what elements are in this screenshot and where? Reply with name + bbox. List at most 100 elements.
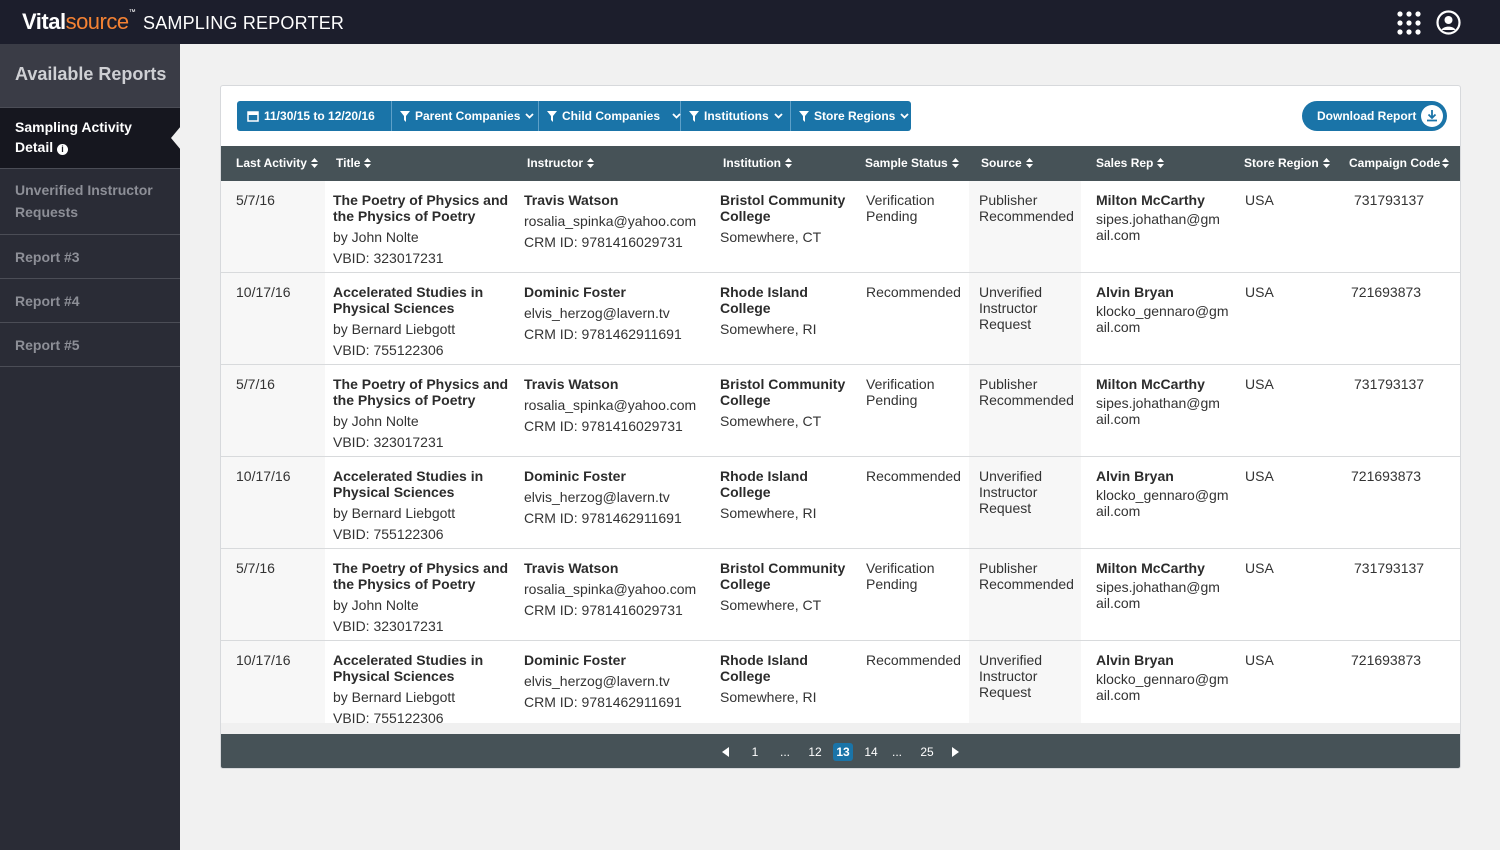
sidebar-item-report-5[interactable]: Report #5 — [0, 323, 180, 367]
apps-grid-icon[interactable] — [1397, 11, 1421, 35]
table-row[interactable]: 10/17/16 Accelerated Studies in Physical … — [221, 457, 1460, 549]
institutions-filter[interactable]: Institutions — [681, 101, 791, 131]
instructor-email[interactable]: elvis_herzog@lavern.tv — [524, 673, 682, 689]
column-header-sales-rep[interactable]: Sales Rep — [1096, 146, 1165, 181]
date-range-button[interactable]: 11/30/15 to 12/20/16 — [237, 101, 392, 131]
source-line: Instructor — [979, 484, 1038, 500]
instructor-email[interactable]: rosalia_spinka@yahoo.com — [524, 397, 696, 413]
store-region-cell: USA — [1245, 560, 1274, 576]
author: by John Nolte — [333, 413, 419, 429]
column-header-campaign-code[interactable]: Campaign Code — [1349, 146, 1450, 181]
source-cell: Publisher Recommended — [979, 560, 1074, 592]
filter-icon — [799, 110, 809, 122]
sort-icon — [1442, 158, 1450, 168]
vbid: VBID: 755122306 — [333, 342, 444, 358]
child-companies-filter[interactable]: Child Companies — [539, 101, 681, 131]
sales-rep-name: Milton McCarthy — [1096, 560, 1205, 576]
institution-location: Somewhere, RI — [720, 321, 817, 337]
sidebar-item-report-4[interactable]: Report #4 — [0, 279, 180, 323]
download-report-button[interactable]: Download Report — [1302, 101, 1447, 131]
sales-rep-email[interactable]: klocko_gennaro@gm ail.com — [1096, 487, 1229, 519]
horizontal-scrollbar[interactable] — [221, 723, 1460, 734]
institution-line: Rhode Island — [720, 284, 808, 300]
chevron-down-icon — [900, 113, 909, 119]
institution-cell: Rhode Island College Somewhere, RI — [720, 652, 816, 705]
next-page-icon[interactable] — [952, 747, 959, 757]
table-row[interactable]: 5/7/16 The Poetry of Physics and the Phys… — [221, 365, 1460, 457]
table-row[interactable]: 10/17/16 Accelerated Studies in Physical … — [221, 641, 1460, 723]
status-line: Verification — [866, 192, 935, 208]
instructor-cell: Travis Watson rosalia_spinka@yahoo.com CRM… — [524, 192, 696, 250]
source-line: Instructor — [979, 668, 1038, 684]
sales-rep-email[interactable]: sipes.johathan@gm ail.com — [1096, 211, 1220, 243]
page-button[interactable]: 25 — [917, 743, 937, 761]
sidebar: Available Reports Sampling Activity Deta… — [0, 44, 181, 850]
page-button[interactable]: 1 — [749, 743, 761, 761]
filter-icon — [400, 110, 410, 122]
page-button[interactable]: 14 — [861, 743, 881, 761]
column-header-label: Sales Rep — [1096, 156, 1154, 170]
table-row[interactable]: 10/17/16 Accelerated Studies in Physical … — [221, 273, 1460, 365]
parent-companies-filter[interactable]: Parent Companies — [392, 101, 539, 131]
store-region-cell: USA — [1245, 192, 1274, 208]
instructor-email[interactable]: rosalia_spinka@yahoo.com — [524, 581, 696, 597]
instructor-email[interactable]: elvis_herzog@lavern.tv — [524, 489, 682, 505]
vitalsource-logo[interactable]: Vitalsource™ — [22, 9, 136, 35]
chevron-down-icon — [774, 113, 783, 119]
column-header-institution[interactable]: Institution — [723, 146, 792, 181]
download-report-label: Download Report — [1317, 109, 1417, 123]
sidebar-item-sampling-activity-detail[interactable]: Sampling Activity Detail i — [0, 108, 181, 169]
filter-label: Child Companies — [562, 109, 661, 123]
table-row[interactable]: 5/7/16 The Poetry of Physics and the Phys… — [221, 181, 1460, 273]
current-page-button[interactable]: 13 — [833, 743, 853, 761]
previous-page-icon[interactable] — [722, 747, 729, 757]
title-line: the Physics of Poetry — [333, 208, 476, 224]
column-header-instructor[interactable]: Instructor — [527, 146, 595, 181]
sales-rep-cell: Alvin Bryan klocko_gennaro@gm ail.com — [1096, 468, 1229, 519]
column-header-title[interactable]: Title — [336, 146, 372, 181]
institution-cell: Rhode Island College Somewhere, RI — [720, 284, 816, 337]
sidebar-item-label: Detail — [15, 139, 54, 155]
instructor-email[interactable]: elvis_herzog@lavern.tv — [524, 305, 682, 321]
sales-rep-email-line: ail.com — [1096, 687, 1141, 703]
institution-location: Somewhere, CT — [720, 413, 822, 429]
column-header-source[interactable]: Source — [981, 146, 1033, 181]
sidebar-item-unverified-instructor-requests[interactable]: Unverified Instructor Requests — [0, 169, 180, 235]
table-row[interactable]: 5/7/16 The Poetry of Physics and the Phys… — [221, 549, 1460, 641]
sales-rep-email[interactable]: klocko_gennaro@gm ail.com — [1096, 303, 1229, 335]
last-activity-cell: 10/17/16 — [236, 468, 291, 484]
sidebar-item-report-3[interactable]: Report #3 — [0, 235, 180, 279]
sort-icon — [784, 158, 792, 168]
author: by John Nolte — [333, 229, 419, 245]
author: by Bernard Liebgott — [333, 505, 456, 521]
title-cell: Accelerated Studies in Physical Sciences b… — [333, 468, 483, 542]
instructor-name: Travis Watson — [524, 192, 619, 208]
column-header-sample-status[interactable]: Sample Status — [865, 146, 959, 181]
title-cell: Accelerated Studies in Physical Sciences b… — [333, 652, 483, 723]
sample-status-cell: Verification Pending — [866, 192, 934, 224]
status-line: Pending — [866, 208, 918, 224]
user-account-icon[interactable] — [1436, 10, 1461, 35]
column-header-store-region[interactable]: Store Region — [1244, 146, 1330, 181]
sidebar-item-label: Report #5 — [15, 337, 80, 353]
sales-rep-name: Alvin Bryan — [1096, 652, 1174, 668]
page-button[interactable]: 12 — [805, 743, 825, 761]
sales-rep-email[interactable]: sipes.johathan@gm ail.com — [1096, 579, 1220, 611]
instructor-email[interactable]: rosalia_spinka@yahoo.com — [524, 213, 696, 229]
sales-rep-cell: Milton McCarthy sipes.johathan@gm ail.com — [1096, 376, 1220, 427]
store-regions-filter[interactable]: Store Regions — [791, 101, 911, 131]
vbid: VBID: 755122306 — [333, 710, 444, 723]
logo-trademark: ™ — [128, 9, 136, 16]
filter-label: Store Regions — [814, 109, 896, 123]
app-name: SAMPLING REPORTER — [143, 13, 345, 33]
source-line: Request — [979, 500, 1032, 516]
column-header-last-activity[interactable]: Last Activity — [236, 146, 318, 181]
author: by John Nolte — [333, 597, 419, 613]
title-line: The Poetry of Physics and — [333, 192, 509, 208]
sales-rep-email[interactable]: klocko_gennaro@gm ail.com — [1096, 671, 1229, 703]
info-icon[interactable]: i — [57, 144, 69, 155]
sales-rep-name: Milton McCarthy — [1096, 192, 1205, 208]
status-line: Recommended — [866, 468, 961, 484]
sales-rep-email[interactable]: sipes.johathan@gm ail.com — [1096, 395, 1220, 427]
sample-status-cell: Recommended — [866, 284, 961, 300]
